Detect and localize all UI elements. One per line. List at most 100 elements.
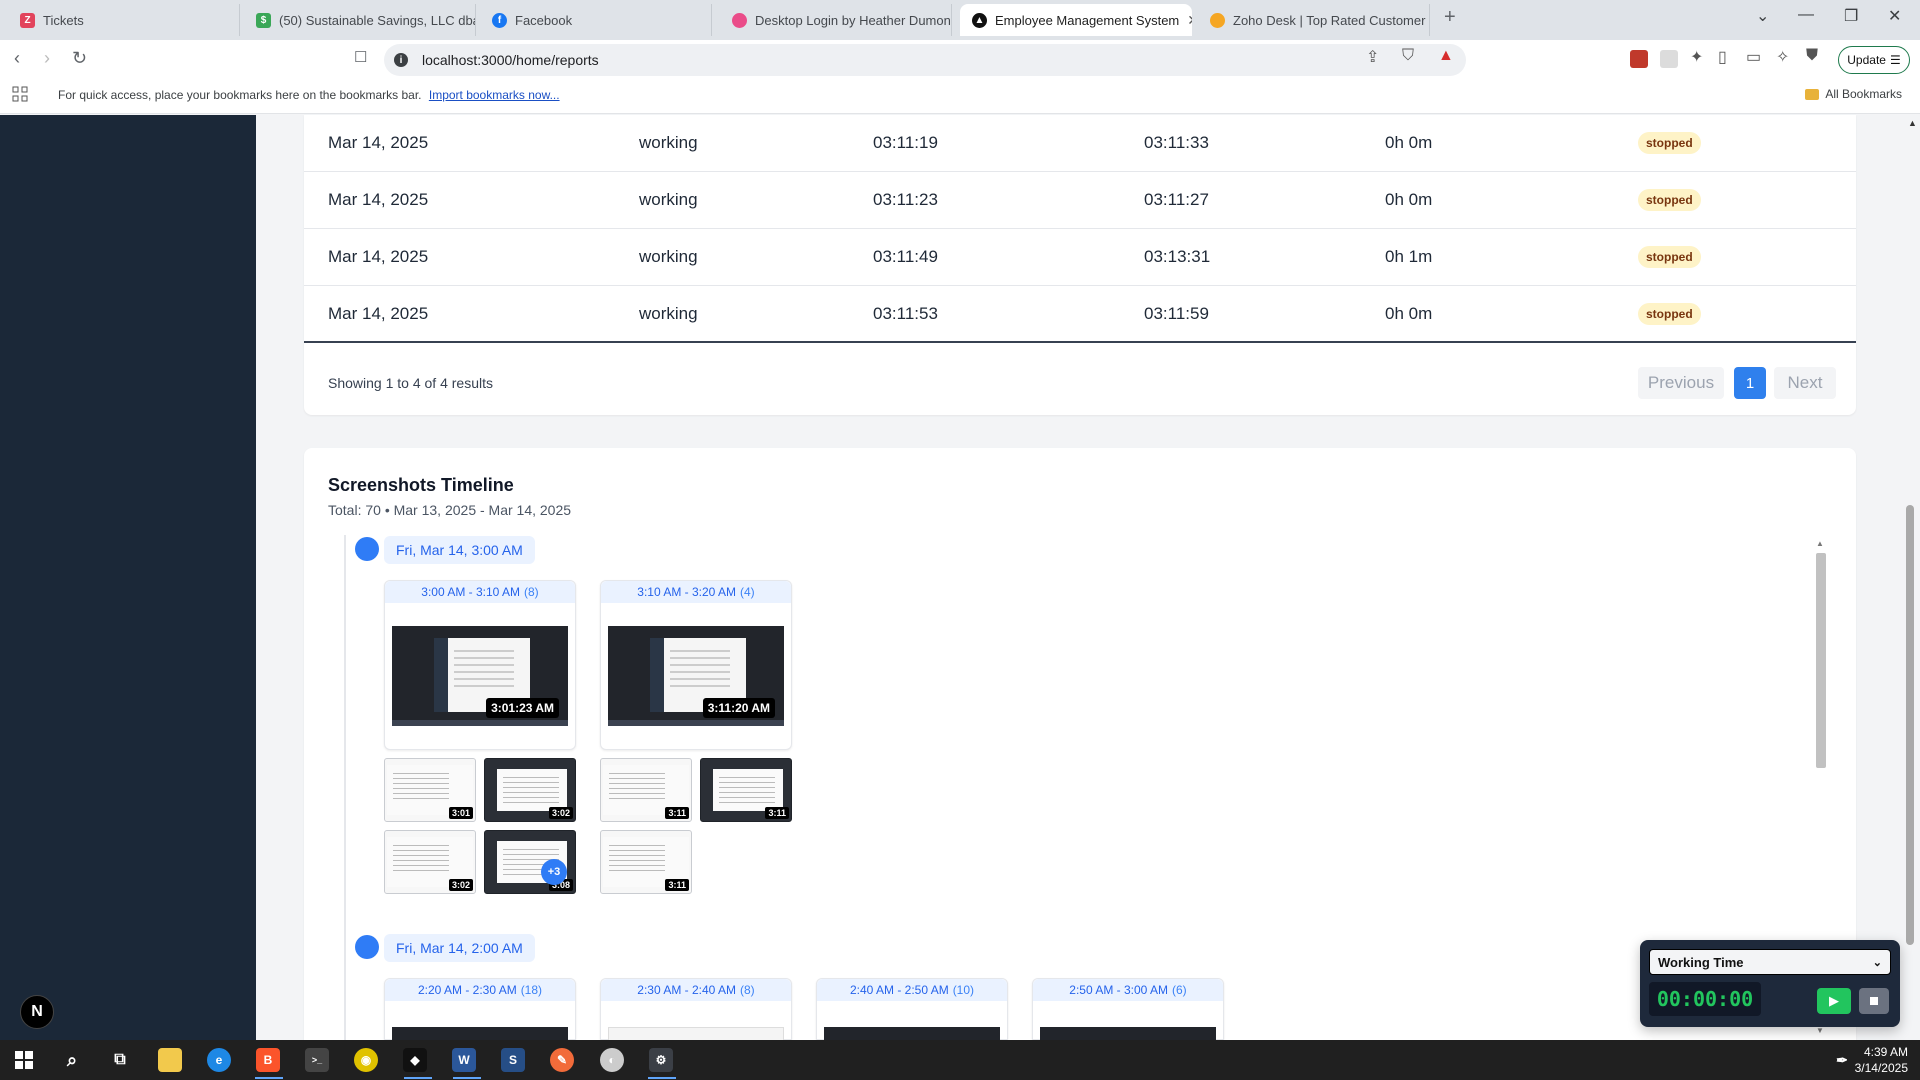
electron-app-icon[interactable]: ⚙ (649, 1048, 673, 1072)
terminal-icon[interactable]: >_ (305, 1048, 329, 1072)
screenshot-thumbnail[interactable]: 3:11 (600, 830, 692, 894)
screenshot-thumbnail[interactable]: 3:11 (700, 758, 792, 822)
tab-desktop-login[interactable]: Desktop Login by Heather Dumond (720, 4, 952, 36)
screenshot-thumbnail[interactable]: 3:11 (600, 758, 692, 822)
previous-page-button[interactable]: Previous (1638, 367, 1724, 399)
screenshot-group[interactable]: 2:50 AM - 3:00 AM (6) (1032, 978, 1224, 1041)
screenshot-group[interactable]: 2:40 AM - 2:50 AM (10) (816, 978, 1008, 1041)
group-range: 3:00 AM - 3:10 AM (421, 585, 521, 599)
page-scrollbar-thumb[interactable] (1906, 505, 1914, 945)
screenshot-thumbnail[interactable]: 3:01 (384, 758, 476, 822)
featured-screenshot[interactable]: 3:11:20 AM (608, 626, 784, 726)
close-window-icon[interactable]: ✕ (1888, 6, 1901, 26)
stop-button[interactable] (1859, 988, 1889, 1014)
thumbnail-time: 3:01 (448, 807, 473, 819)
screenshot-thumbnail[interactable]: 3:02 (384, 830, 476, 894)
tab-tickets[interactable]: Z Tickets (8, 4, 240, 36)
featured-screenshot[interactable] (608, 1027, 784, 1041)
folder-icon (1805, 88, 1820, 100)
screenshot-group[interactable]: 3:10 AM - 3:20 AM (4) 3:11:20 AM (600, 580, 792, 750)
ssms-icon[interactable]: S (501, 1048, 525, 1072)
group-header: 3:00 AM - 3:10 AM (8) (385, 581, 575, 603)
all-bookmarks-button[interactable]: All Bookmarks (1805, 87, 1902, 101)
apps-grid-icon[interactable] (12, 86, 28, 107)
screenshot-group[interactable]: 2:20 AM - 2:30 AM (18) (384, 978, 576, 1041)
brave-rewards-icon[interactable]: ▲ (1438, 47, 1454, 65)
group-range: 2:20 AM - 2:30 AM (417, 983, 517, 997)
start-time-cell: 03:11:23 (873, 190, 938, 209)
status-badge: stopped (1638, 303, 1701, 325)
task-view-icon[interactable]: ⧉ (108, 1048, 132, 1072)
chat-icon[interactable]: ◉ (354, 1048, 378, 1072)
thumbnail-time: 3:02 (448, 879, 473, 891)
group-header: 3:10 AM - 3:20 AM (4) (601, 581, 791, 603)
activity-cell: working (639, 247, 698, 266)
scroll-up-arrow-icon[interactable]: ▲ (1908, 118, 1917, 128)
back-icon[interactable]: ‹ (14, 48, 20, 69)
end-time-cell: 03:11:59 (1144, 304, 1209, 323)
forward-icon[interactable]: › (44, 48, 50, 69)
more-screenshots-badge[interactable]: +3 (541, 859, 567, 885)
tracking-mode-value: Working Time (1658, 954, 1744, 970)
group-count: (10) (952, 983, 975, 997)
close-tab-icon[interactable]: ✕ (1187, 12, 1192, 29)
hour-label: Fri, Mar 14, 3:00 AM (384, 536, 535, 564)
next-page-button[interactable]: Next (1774, 367, 1836, 399)
dribbble-icon (732, 12, 747, 28)
word-icon[interactable]: W (452, 1048, 476, 1072)
puzzle-icon[interactable]: ✦ (1690, 47, 1703, 67)
file-explorer-icon[interactable] (158, 1048, 182, 1072)
timeline-scroll-down-icon[interactable]: ▼ (1816, 1026, 1824, 1035)
group-range: 2:50 AM - 3:00 AM (1069, 983, 1169, 997)
tab-facebook[interactable]: f Facebook (480, 4, 712, 36)
share-icon[interactable]: ⇪ (1366, 47, 1379, 67)
windows-start-icon[interactable] (12, 1048, 36, 1072)
nextjs-dev-badge[interactable]: N (20, 995, 54, 1029)
restore-icon[interactable]: ❐ (1844, 6, 1858, 26)
featured-screenshot[interactable] (824, 1027, 1000, 1041)
new-tab-icon[interactable]: + (1444, 6, 1456, 29)
tab-zoho-desk[interactable]: Zoho Desk | Top Rated Customer Se (1198, 4, 1430, 36)
featured-screenshot[interactable] (392, 1027, 568, 1041)
screenshot-group[interactable]: 3:00 AM - 3:10 AM (8) 3:01:23 AM (384, 580, 576, 750)
vpn-icon[interactable]: ⛊ (1806, 47, 1818, 65)
screenshot-group[interactable]: 2:30 AM - 2:40 AM (8) (600, 978, 792, 1041)
edge-icon[interactable]: e (207, 1048, 231, 1072)
thumbnail-time: 3:11 (665, 879, 689, 891)
system-clock[interactable]: 4:39 AM 3/14/2025 (1855, 1044, 1908, 1076)
search-icon[interactable]: ⌕ (60, 1048, 84, 1072)
postman-icon[interactable]: ✎ (550, 1048, 574, 1072)
app-icon: ▲ (972, 12, 987, 28)
savings-icon: $ (256, 12, 271, 28)
leo-ai-icon[interactable]: ✧ (1776, 47, 1789, 67)
import-bookmarks-link[interactable]: Import bookmarks now... (429, 88, 560, 102)
screenshot-thumbnail[interactable]: 3:08 +3 (484, 830, 576, 894)
tracking-mode-select[interactable]: Working Time ⌄ (1649, 949, 1891, 975)
brave-shield-icon[interactable]: ⛉ (1402, 47, 1414, 65)
pen-icon[interactable]: ✒ (1830, 1048, 1854, 1072)
wallet-icon[interactable]: ▭ (1746, 47, 1761, 67)
reload-icon[interactable]: ↻ (72, 48, 87, 69)
tab-search-icon[interactable]: ⌄ (1756, 6, 1769, 26)
group-count: (8) (524, 585, 539, 599)
sidebar-toggle-icon[interactable]: ▯ (1718, 47, 1727, 67)
timeline-scroll-up-icon[interactable]: ▲ (1816, 539, 1824, 548)
bookmark-icon[interactable]: ☐ (354, 48, 367, 66)
cursor-ide-icon[interactable]: ◆ (403, 1048, 427, 1072)
brave-icon[interactable]: B (256, 1048, 280, 1072)
translate-icon[interactable] (1660, 50, 1678, 68)
update-button[interactable]: Update ☰ (1838, 46, 1910, 74)
page-1-button[interactable]: 1 (1734, 367, 1766, 399)
minimize-icon[interactable]: — (1798, 6, 1814, 24)
play-button[interactable]: ▶ (1817, 988, 1851, 1014)
tab-sustainable-savings[interactable]: $ (50) Sustainable Savings, LLC dba Su (244, 4, 476, 36)
extension-icon[interactable] (1630, 50, 1648, 68)
featured-screenshot[interactable]: 3:01:23 AM (392, 626, 568, 726)
screenshot-thumbnail[interactable]: 3:02 (484, 758, 576, 822)
timeline-scrollbar-thumb[interactable] (1816, 553, 1826, 768)
site-info-icon[interactable]: i (394, 53, 408, 67)
address-bar[interactable]: i localhost:3000/home/reports (384, 44, 1466, 76)
featured-screenshot[interactable] (1040, 1027, 1216, 1041)
mysql-workbench-icon[interactable]: ◐ (600, 1048, 624, 1072)
tab-employee-management[interactable]: ▲ Employee Management System ✕ (960, 4, 1192, 36)
